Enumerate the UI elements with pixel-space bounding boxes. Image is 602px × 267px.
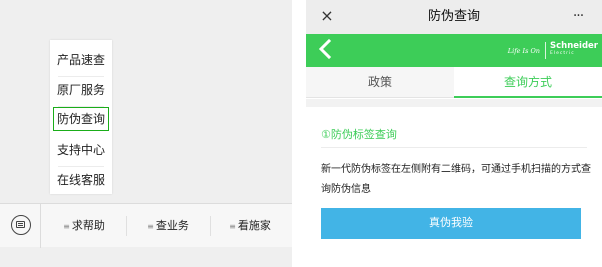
more-options-icon[interactable]: ··· (568, 0, 588, 34)
tab-bar: 政策 查询方式 (306, 67, 602, 98)
menu-item-factory-service[interactable]: 原厂服务 (50, 78, 112, 107)
chat-pane: 产品速查 原厂服务 防伪查询 支持中心 在线客服 ≡ 求帮助 ≡ 查业务 ≡ 看施家 (0, 0, 292, 267)
verify-authenticity-button[interactable]: 真伪我验 (321, 208, 581, 239)
bottom-menu-help[interactable]: ≡ 求帮助 (42, 204, 126, 248)
bottom-menu-help-label: 求帮助 (71, 219, 105, 232)
popup-menu: 产品速查 原厂服务 防伪查询 支持中心 在线客服 (50, 40, 112, 194)
section-divider (321, 147, 587, 148)
menu-item-support-center[interactable]: 支持中心 (50, 138, 112, 167)
close-icon[interactable]: × (318, 7, 336, 25)
section-description: 新一代防伪标签在左侧附有二维码，可通过手机扫描的方式查询防伪信息 (321, 164, 591, 195)
menu-item-anti-counterfeit[interactable]: 防伪查询 (53, 107, 109, 131)
tab-policy[interactable]: 政策 (306, 67, 454, 98)
bottom-menu-bar: ≡ 求帮助 ≡ 查业务 ≡ 看施家 (0, 203, 292, 248)
chevron-left-icon (318, 38, 332, 60)
window-titlebar: × 防伪查询 ··· (306, 0, 602, 34)
webview-pane: × 防伪查询 ··· Life Is On Schneider Electric… (306, 0, 602, 267)
brand-tagline: Life Is On (507, 47, 540, 55)
submenu-dot-icon: ≡ (147, 222, 154, 231)
bottom-menu-business[interactable]: ≡ 查业务 (126, 204, 210, 248)
brand-divider (545, 42, 546, 59)
brand-header: Life Is On Schneider Electric (306, 34, 602, 67)
submenu-dot-icon: ≡ (63, 222, 70, 231)
brand-subname: Electric (550, 51, 575, 56)
bottom-menu-about[interactable]: ≡ 看施家 (208, 204, 292, 248)
submenu-dot-icon: ≡ (229, 222, 236, 231)
back-arrow-icon[interactable] (318, 38, 336, 61)
bottom-menu-business-label: 查业务 (155, 219, 189, 232)
tab-query-method[interactable]: 查询方式 (454, 67, 602, 98)
menu-item-product-lookup[interactable]: 产品速查 (50, 48, 112, 77)
brand-logo: Schneider Electric (550, 41, 598, 61)
section-spacer (306, 99, 602, 107)
menu-item-online-service[interactable]: 在线客服 (50, 168, 112, 192)
brand-name: Schneider (550, 41, 598, 51)
window-title: 防伪查询 (427, 9, 480, 24)
keyboard-icon[interactable] (11, 215, 31, 235)
bottom-menu-about-label: 看施家 (237, 219, 271, 232)
bar-divider (40, 204, 41, 248)
section-heading: ①防伪标签查询 (321, 128, 397, 141)
